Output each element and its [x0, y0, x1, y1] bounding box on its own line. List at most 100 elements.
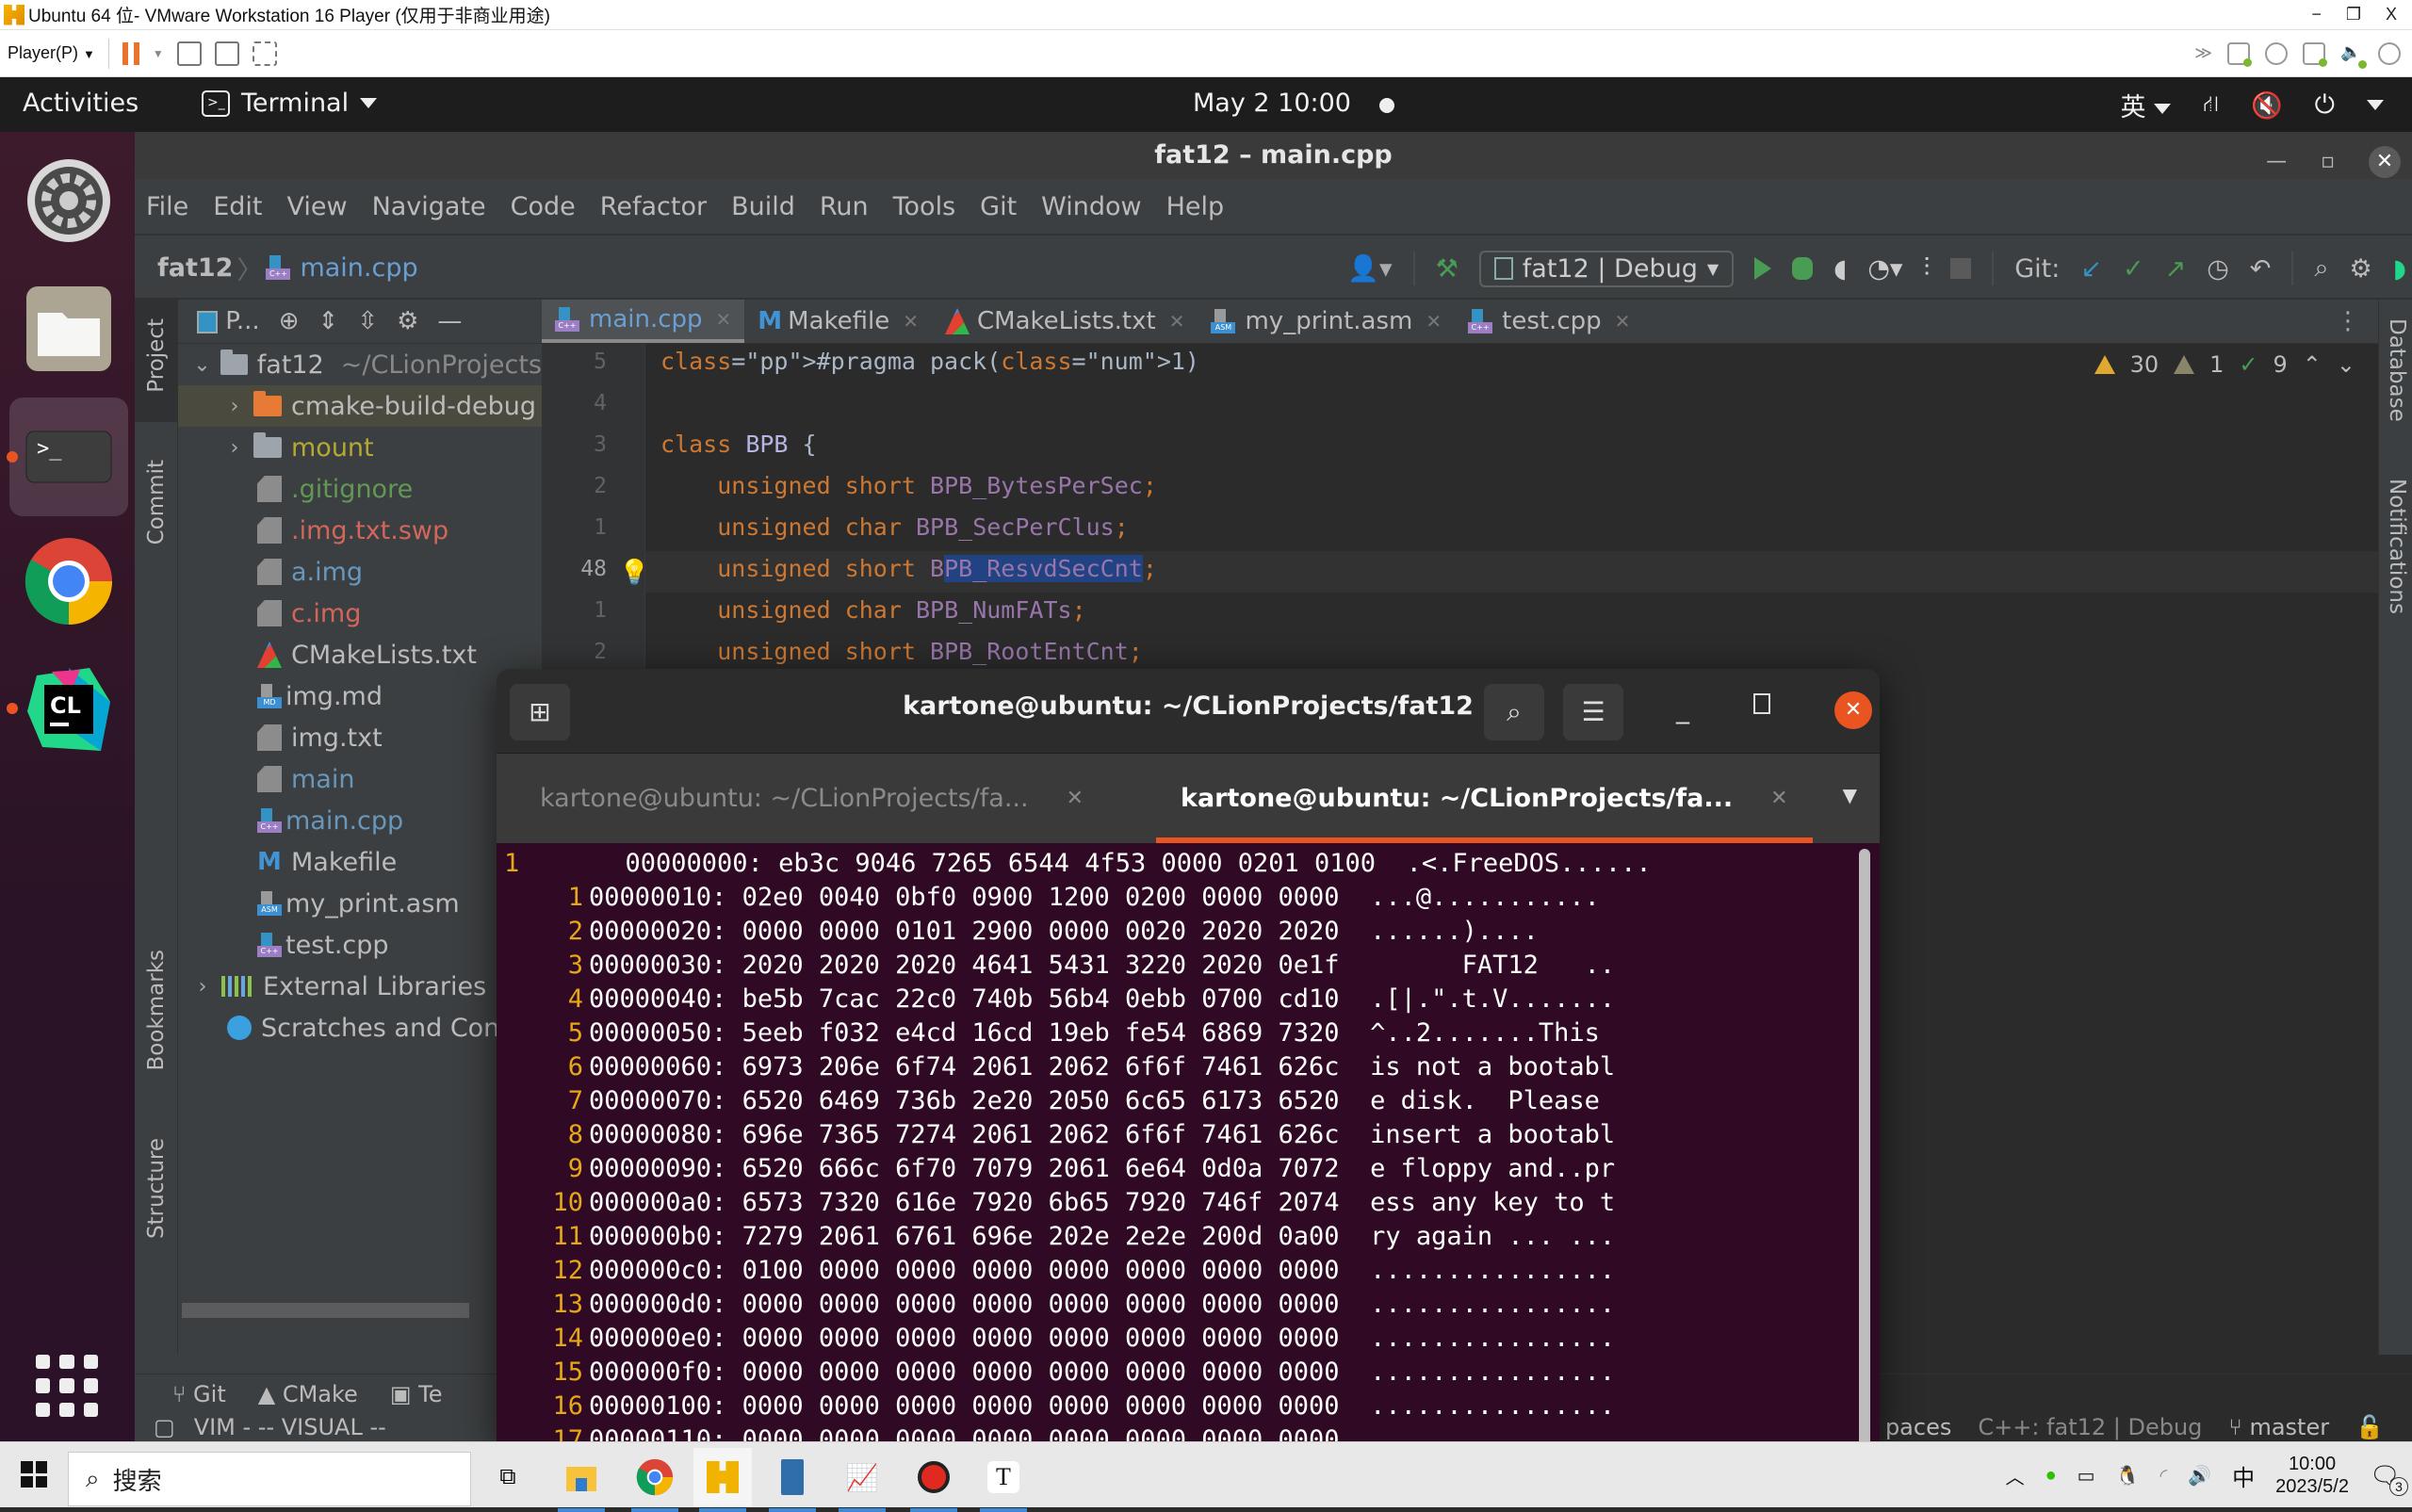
volume-muted-icon[interactable]: 🔇 [2251, 90, 2283, 121]
close-tab-icon[interactable]: ✕ [903, 310, 919, 333]
close-tab-icon[interactable]: ✕ [1770, 787, 1787, 810]
taskbar-resource-monitor[interactable]: 📈 [833, 1448, 891, 1512]
project-view-selector[interactable]: P... [197, 307, 260, 335]
wechat-icon[interactable]: ● [2045, 1465, 2057, 1487]
menu-edit[interactable]: Edit [213, 192, 262, 221]
taskbar-file-explorer[interactable] [552, 1448, 611, 1512]
tool-bookmarks[interactable]: Bookmarks [144, 950, 169, 1071]
taskbar-chrome[interactable] [626, 1448, 684, 1512]
restore-button[interactable]: ❐ [2346, 5, 2361, 24]
taskbar-calculator[interactable] [763, 1448, 822, 1512]
taskbar-recorder[interactable] [904, 1448, 963, 1512]
tree-item[interactable]: img.txt [178, 717, 542, 758]
activities-button[interactable]: Activities [23, 89, 139, 118]
settings-icon[interactable]: ⚙ [397, 307, 418, 335]
search-button[interactable]: ⌕ [1484, 684, 1544, 740]
tree-item[interactable]: main [178, 758, 542, 800]
user-icon[interactable]: 👤▾ [1347, 253, 1392, 284]
tree-root[interactable]: ⌄ fat12 ~/CLionProjects [178, 344, 542, 385]
code-line[interactable]: class BPB { [660, 431, 817, 458]
attach-icon[interactable]: ⫶ [1924, 253, 1931, 284]
qq-icon[interactable]: 🐧 [2116, 1464, 2140, 1488]
dock-chrome[interactable] [9, 522, 128, 641]
tool-notifications[interactable]: Notifications [2385, 479, 2409, 614]
close-tab-icon[interactable]: ✕ [716, 308, 732, 331]
inspection-widget[interactable]: 30 1 ✓ 9 ⌃ ⌄ [2094, 351, 2355, 378]
tree-item[interactable]: my_print.asm [178, 883, 542, 924]
dock-terminal[interactable]: >_ [9, 398, 128, 516]
tabs-dropdown-icon[interactable]: ▼ [1843, 784, 1857, 806]
show-hidden-icons-button[interactable]: ︿ [2006, 1462, 2025, 1489]
settings-icon[interactable]: ⚙ [2350, 254, 2372, 284]
tool-git[interactable]: ⑂ Git [172, 1381, 226, 1407]
fullscreen-icon[interactable] [214, 41, 239, 66]
next-highlight-icon[interactable]: ⌄ [2337, 351, 2355, 378]
code-line[interactable]: unsigned short BPB_ResvdSecCnt; [660, 555, 1157, 582]
git-commit-icon[interactable]: ✓ [2123, 254, 2144, 284]
tree-item[interactable]: main.cpp [178, 800, 542, 841]
menu-refactor[interactable]: Refactor [600, 192, 707, 221]
network-adapter-icon[interactable] [2303, 41, 2327, 67]
previous-highlight-icon[interactable]: ⌃ [2303, 351, 2322, 378]
show-applications-button[interactable] [36, 1355, 98, 1417]
menu-build[interactable]: Build [731, 192, 795, 221]
terminal-scrollbar[interactable] [1859, 849, 1870, 1447]
close-button[interactable]: ✕ [2369, 146, 2401, 178]
chevron-down-icon[interactable] [2367, 100, 2384, 110]
chevron-down-icon[interactable]: ⌄ [191, 353, 213, 377]
tree-item[interactable]: a.img [178, 551, 542, 593]
more-devices-button[interactable]: ≫ [2194, 43, 2212, 63]
tab-makefile[interactable]: M Makefile ✕ [744, 300, 932, 343]
network-icon[interactable]: ⛙ [2203, 90, 2219, 120]
hard-disk-icon[interactable] [2227, 41, 2252, 67]
pause-icon[interactable] [122, 41, 139, 65]
build-hammer-icon[interactable]: ⚒ [1436, 254, 1459, 284]
menu-code[interactable]: Code [511, 192, 576, 221]
tool-database[interactable]: Database [2385, 318, 2409, 422]
collapse-all-icon[interactable]: ⇳ [357, 307, 378, 335]
taskbar-typora[interactable]: T [974, 1448, 1033, 1512]
git-update-icon[interactable]: ↙ [2080, 254, 2102, 284]
search-icon[interactable]: ⌕ [2314, 253, 2328, 284]
sound-card-icon[interactable]: 🔈 [2340, 42, 2367, 69]
close-tab-icon[interactable]: ✕ [1426, 310, 1442, 333]
tool-commit[interactable]: Commit [144, 460, 169, 545]
windows-start-button[interactable] [21, 1461, 47, 1488]
app-menu[interactable]: >_ Terminal [202, 89, 378, 118]
menu-file[interactable]: File [146, 192, 188, 221]
player-menu[interactable]: Player(P) ▼ [8, 43, 95, 63]
tab-my-print-asm[interactable]: my_print.asm ✕ [1198, 300, 1455, 343]
horizontal-scrollbar[interactable] [182, 1303, 469, 1318]
tab-test-cpp[interactable]: test.cpp ✕ [1455, 300, 1643, 343]
history-icon[interactable]: ◷ [2207, 254, 2229, 284]
debug-icon[interactable] [1792, 257, 1814, 280]
dock-settings[interactable] [9, 141, 128, 260]
code-line[interactable]: class="pp">#pragma pack(class="num">1) [660, 348, 1199, 375]
run-config-selector[interactable]: fat12 | Debug ▼ [1478, 250, 1735, 287]
unity-icon[interactable] [252, 41, 277, 66]
menu-navigate[interactable]: Navigate [372, 192, 486, 221]
close-tab-icon[interactable]: ✕ [1169, 310, 1185, 333]
run-with-coverage-icon[interactable]: ◖ [1833, 254, 1847, 284]
action-center-button[interactable]: 🗨 3 [2370, 1461, 2408, 1496]
breadcrumb-file[interactable]: main.cpp [300, 253, 417, 283]
tree-item[interactable]: .gitignore [178, 468, 542, 510]
lightbulb-icon[interactable]: 💡 [619, 559, 649, 587]
terminal-tab-1[interactable]: kartone@ubuntu: ~/CLionProjects/fa... ✕ [540, 754, 1084, 843]
close-button[interactable]: ✕ [1834, 691, 1872, 729]
battery-icon[interactable]: ▭ [2078, 1464, 2095, 1488]
tab-options-icon[interactable]: ⋮ [2317, 300, 2379, 343]
code-with-me-icon[interactable]: ◗ [2393, 254, 2406, 284]
tool-terminal[interactable]: ▣ Te [390, 1381, 443, 1407]
tree-item[interactable]: test.cpp [178, 924, 542, 966]
code-line[interactable]: unsigned short BPB_BytesPerSec; [660, 472, 1157, 499]
rollback-icon[interactable]: ↶ [2250, 254, 2272, 284]
close-button[interactable]: X [2386, 5, 2397, 24]
minimize-button[interactable]: − [2311, 5, 2322, 24]
tree-item[interactable]: CMakeLists.txt [178, 634, 542, 675]
tree-item[interactable]: .img.txt.swp [178, 510, 542, 551]
power-icon[interactable]: ⏻ [2315, 90, 2335, 121]
tab-cmakelists[interactable]: CMakeLists.txt ✕ [932, 300, 1198, 343]
menu-button[interactable]: ☰ [1563, 684, 1623, 740]
taskbar-vmware[interactable] [693, 1448, 752, 1512]
